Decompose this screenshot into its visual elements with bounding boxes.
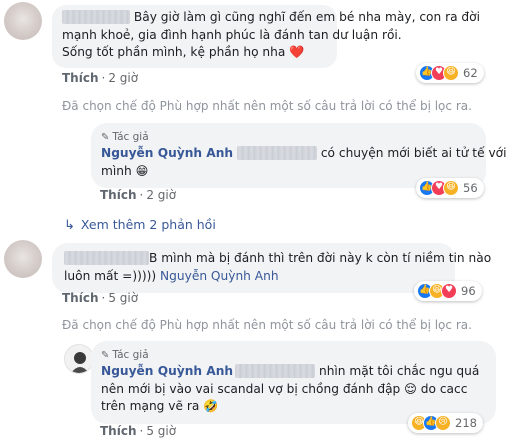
- reply-bubble: ✎ Tác giả Nguyễn Quỳnh Anh nhìn mặt tôi c…: [91, 341, 496, 424]
- reaction-summary[interactable]: 👍 ♥ 😆 62: [416, 63, 484, 83]
- commenter-avatar[interactable]: [4, 240, 42, 278]
- author-name[interactable]: Nguyễn Quỳnh Anh: [101, 146, 233, 160]
- heart-icon: ♥: [441, 283, 457, 299]
- author-name[interactable]: Nguyễn Quỳnh Anh: [101, 364, 233, 378]
- reply-arrow-icon: ↳: [64, 218, 75, 233]
- reply-actions: Thích · 2 giờ: [100, 188, 177, 202]
- reaction-summary[interactable]: 👍 ♥ 😆 56: [416, 178, 484, 198]
- laughing-face-icon: 😆: [443, 65, 459, 81]
- timestamp[interactable]: 2 giờ: [146, 188, 176, 202]
- reaction-summary[interactable]: 👍 😆 ♥ 96: [414, 281, 482, 301]
- author-badge: Tác giả: [112, 349, 149, 361]
- like-link[interactable]: Thích: [62, 291, 99, 305]
- redacted-name: [62, 9, 130, 24]
- mention-link[interactable]: Nguyễn Quỳnh Anh: [160, 269, 279, 283]
- timestamp[interactable]: 2 giờ: [108, 71, 138, 85]
- grin-emoji: 😁: [135, 163, 149, 178]
- comment-bubble: B mình mà bị đánh thì trên đời này k còn…: [52, 243, 491, 293]
- reaction-count: 218: [455, 416, 477, 430]
- sad-face-icon: 😢: [435, 415, 451, 431]
- view-more-replies-link[interactable]: ↳ Xem thêm 2 phản hồi: [64, 217, 216, 233]
- comment-actions: Thích · 5 giờ: [62, 291, 139, 305]
- filter-note: Đã chọn chế độ Phù hợp nhất nên một số c…: [62, 318, 472, 332]
- heart-emoji: ❤️: [289, 45, 305, 59]
- relieved-emoji: 😌: [404, 381, 417, 396]
- author-badge: Tác giả: [112, 131, 149, 143]
- laughing-face-icon: 😆: [443, 180, 459, 196]
- comment-bubble: Bây giờ làm gì cũng nghĩ đến em bé nha m…: [52, 5, 480, 68]
- reaction-count: 62: [463, 66, 478, 80]
- timestamp[interactable]: 5 giờ: [146, 424, 176, 438]
- timestamp[interactable]: 5 giờ: [108, 291, 138, 305]
- like-link[interactable]: Thích: [62, 71, 99, 85]
- redacted-name: [236, 145, 317, 160]
- reaction-count: 96: [461, 284, 476, 298]
- reply-actions: Thích · 5 giờ: [100, 424, 177, 438]
- filter-note: Đã chọn chế độ Phù hợp nhất nên một số c…: [62, 99, 472, 113]
- reaction-summary[interactable]: 😆 👍 😢 218: [408, 413, 483, 433]
- redacted-name: [235, 363, 316, 378]
- like-link[interactable]: Thích: [100, 188, 137, 202]
- pen-icon: ✎: [101, 350, 110, 361]
- redacted-name: [64, 250, 149, 265]
- author-photo-icon: [71, 352, 89, 373]
- comment-actions: Thích · 2 giờ: [62, 71, 139, 85]
- like-link[interactable]: Thích: [100, 424, 137, 438]
- rofl-emoji: 🤣: [203, 399, 219, 413]
- commenter-avatar[interactable]: [4, 2, 42, 40]
- pen-icon: ✎: [101, 132, 110, 143]
- author-avatar[interactable]: [64, 344, 94, 374]
- reaction-count: 56: [463, 181, 478, 195]
